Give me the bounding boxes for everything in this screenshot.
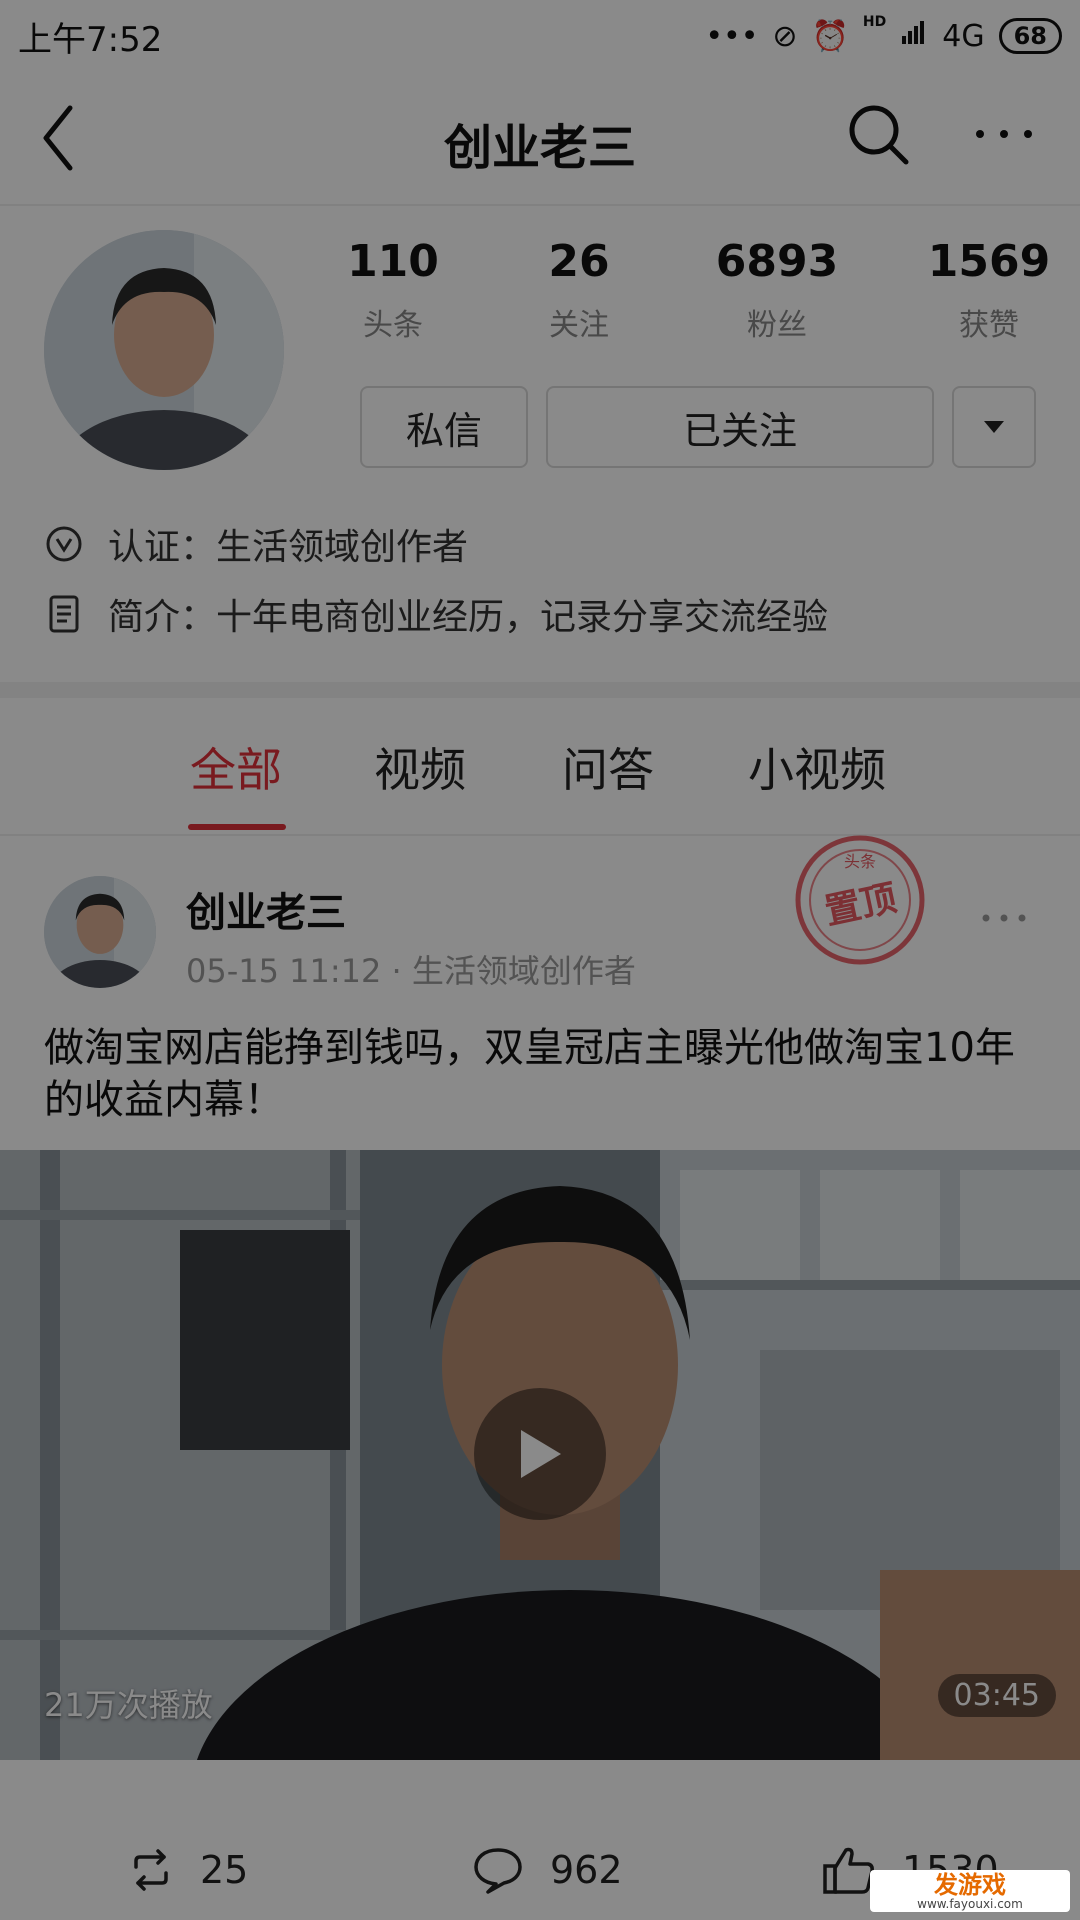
bio-row: 简介：十年电商创业经历，记录分享交流经验: [44, 584, 828, 644]
stat-fans-label: 粉丝: [747, 308, 807, 343]
hd-badge: HD: [862, 14, 887, 30]
avatar-portrait-small: [44, 876, 156, 988]
page-title: 创业老三: [443, 120, 636, 176]
stat-following[interactable]: 26 关注: [494, 234, 664, 344]
avatar-portrait: [44, 230, 284, 470]
section-divider: [0, 682, 1080, 698]
repost-icon: [134, 1849, 168, 1891]
video-view-count: 21万次播放: [44, 1686, 213, 1724]
search-icon: [849, 105, 909, 165]
post-more-button[interactable]: [980, 910, 1028, 930]
more-horizontal-icon: [982, 914, 1026, 922]
post-author-avatar[interactable]: [44, 876, 156, 988]
signal-icon: [900, 18, 928, 54]
stat-posts-value: 110: [347, 236, 439, 287]
more-horizontal-icon: [976, 130, 1032, 138]
bio-text: 简介：十年电商创业经历，记录分享交流经验: [108, 597, 829, 638]
more-dots-icon: •••: [705, 18, 759, 54]
search-button[interactable]: [846, 102, 912, 172]
tab-short-video[interactable]: 小视频: [748, 734, 886, 800]
watermark-url-text: www.fayouxi.com: [917, 1896, 1023, 1911]
play-icon: [521, 1430, 561, 1478]
active-tab-indicator: [188, 824, 286, 830]
more-button[interactable]: [972, 122, 1036, 150]
stat-likes-value: 1569: [927, 236, 1051, 287]
tab-qa[interactable]: 问答: [562, 734, 654, 800]
caret-down-icon: [984, 421, 1004, 433]
stat-posts[interactable]: 110 头条: [308, 234, 478, 344]
status-icons: ••• ⊘ ⏰ HD 4G 68: [705, 14, 1062, 58]
verified-icon: [44, 524, 84, 564]
comment-count: 962: [550, 1848, 623, 1892]
watermark-main-text: 发游戏: [934, 1870, 1006, 1899]
stat-fans[interactable]: 6893 粉丝: [692, 234, 862, 344]
link-icon: ⊘: [772, 18, 798, 54]
comment-icon: [474, 1848, 522, 1894]
stat-posts-label: 头条: [363, 308, 423, 343]
follow-button[interactable]: 已关注: [546, 386, 934, 468]
play-button[interactable]: [474, 1388, 606, 1520]
verification-text: 认证：生活领域创作者: [108, 527, 469, 568]
thumbs-up-icon: [823, 1847, 874, 1894]
message-button[interactable]: 私信: [360, 386, 528, 468]
post-meta: 05-15 11:12 · 生活领域创作者: [186, 952, 636, 990]
status-bar: 上午7:52 ••• ⊘ ⏰ HD 4G 68: [0, 0, 1080, 72]
profile-header: 110 头条 26 关注 6893 粉丝 1569 获赞 私信 已关注 认证：生…: [0, 206, 1080, 682]
video-duration: 03:45: [937, 1674, 1056, 1717]
stat-likes-label: 获赞: [959, 308, 1019, 343]
alarm-icon: ⏰: [811, 18, 849, 54]
comment-action[interactable]: 962: [472, 1840, 623, 1900]
status-time: 上午7:52: [18, 20, 163, 60]
site-watermark: 发游戏 www.fayouxi.com: [870, 1870, 1070, 1912]
stat-following-value: 26: [548, 236, 610, 287]
content-tabs: 全部 视频 问答 小视频: [0, 698, 1080, 836]
stat-fans-value: 6893: [715, 236, 839, 287]
video-thumbnail[interactable]: 21万次播放 03:45: [0, 1150, 1080, 1760]
profile-avatar[interactable]: [44, 230, 284, 470]
document-icon: [44, 594, 84, 634]
post-author-name[interactable]: 创业老三: [186, 880, 346, 938]
post-title[interactable]: 做淘宝网店能挣到钱吗，双皇冠店主曝光他做淘宝10年的收益内幕！: [44, 1022, 1034, 1126]
stat-following-label: 关注: [549, 308, 609, 343]
verification-row: 认证：生活领域创作者: [44, 514, 468, 574]
nav-bar: 创业老三: [0, 72, 1080, 206]
repost-count: 25: [200, 1848, 249, 1892]
battery-indicator: 68: [998, 18, 1062, 54]
tab-all[interactable]: 全部: [190, 734, 282, 800]
network-type: 4G: [942, 18, 985, 54]
post-card[interactable]: 创业老三 05-15 11:12 · 生活领域创作者 头条 置顶 做淘宝网店能挣…: [0, 835, 1080, 1920]
recommend-dropdown-button[interactable]: [952, 386, 1036, 468]
stat-likes[interactable]: 1569 获赞: [904, 234, 1074, 344]
repost-action[interactable]: 25: [128, 1840, 248, 1900]
tab-video[interactable]: 视频: [374, 734, 466, 800]
pinned-stamp: 头条 置顶: [792, 832, 928, 968]
